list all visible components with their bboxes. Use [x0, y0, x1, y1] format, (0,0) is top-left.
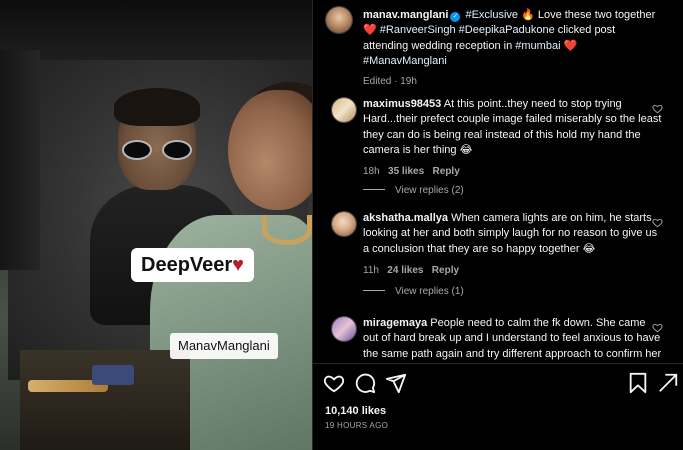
- view-replies-button[interactable]: View replies (2): [363, 185, 464, 196]
- commenter-avatar[interactable]: [331, 211, 357, 237]
- verified-icon: ✓: [450, 12, 461, 22]
- necklace: [262, 215, 312, 245]
- likes-count[interactable]: 10,140 likes: [325, 405, 386, 417]
- comment-meta: 18h 35 likes Reply: [363, 164, 663, 179]
- comment-body: maximus98453 At this point..they need to…: [363, 97, 663, 179]
- heart-emoji: ❤️: [363, 24, 377, 37]
- comment-username[interactable]: akshatha.mallya: [363, 212, 448, 224]
- caption-text: 🔥 Love these two together: [518, 9, 656, 21]
- hashtag-link[interactable]: #mumbai: [515, 40, 560, 52]
- instagram-post-modal: DeepVeer♥ ManavManglani manav.manglani ✓ …: [0, 0, 683, 450]
- edited-label: Edited · 19h: [363, 76, 417, 88]
- comment-body: akshatha.mallya When camera lights are o…: [363, 211, 663, 278]
- sunglasses: [122, 140, 192, 160]
- post-actions: [313, 372, 683, 398]
- comments-panel: manav.manglani ✓ #Exclusive 🔥 Love these …: [312, 0, 683, 450]
- car-pillar: [0, 50, 40, 270]
- share-icon[interactable]: [385, 372, 407, 394]
- hashtag-link[interactable]: #ManavManglani: [363, 55, 447, 67]
- woman-head: [228, 90, 312, 210]
- comment-like-heart-icon[interactable]: [652, 217, 663, 228]
- hashtag-link[interactable]: #RanveerSingh: [380, 24, 456, 36]
- commenter-avatar[interactable]: [331, 97, 357, 123]
- comment-username[interactable]: miragemaya: [363, 317, 427, 329]
- post-media[interactable]: DeepVeer♥ ManavManglani: [0, 0, 312, 450]
- expand-icon[interactable]: [657, 372, 679, 394]
- view-replies-button[interactable]: View replies (1): [363, 286, 464, 297]
- comment-time: 11h: [363, 264, 379, 276]
- like-heart-icon[interactable]: [323, 372, 345, 394]
- phone: [92, 365, 134, 385]
- comment-like-heart-icon[interactable]: [652, 322, 663, 333]
- author-avatar[interactable]: [325, 6, 353, 34]
- replies-line: [363, 290, 385, 291]
- post-caption: manav.manglani ✓ #Exclusive 🔥 Love these …: [363, 8, 663, 89]
- badge-text: DeepVeer: [141, 254, 233, 276]
- commenter-avatar[interactable]: [331, 316, 357, 342]
- author-username[interactable]: manav.manglani: [363, 9, 448, 21]
- car-roof: [0, 0, 312, 60]
- reply-button[interactable]: Reply: [433, 166, 460, 177]
- reply-button[interactable]: Reply: [432, 265, 459, 276]
- comment-likes[interactable]: 24 likes: [387, 265, 423, 276]
- post-timestamp: 19 HOURS AGO: [325, 421, 389, 430]
- comment-username[interactable]: maximus98453: [363, 98, 441, 110]
- hashtag-link[interactable]: #Exclusive: [465, 9, 518, 21]
- comments-scroll-area[interactable]: manav.manglani ✓ #Exclusive 🔥 Love these …: [313, 0, 683, 362]
- bookmark-icon[interactable]: [627, 372, 649, 394]
- comment-body: miragemaya People need to calm the fk do…: [363, 316, 663, 362]
- actions-divider: [313, 363, 683, 364]
- replies-line: [363, 189, 385, 190]
- badge-heart-icon: ♥: [232, 254, 245, 276]
- media-watermark: ManavManglani: [170, 333, 278, 359]
- comment-meta: 11h 24 likes Reply: [363, 263, 663, 278]
- media-caption-badge: DeepVeer♥: [131, 248, 255, 282]
- comment-time: 18h: [363, 166, 380, 178]
- comment-icon[interactable]: [354, 372, 376, 394]
- comment-like-heart-icon[interactable]: [652, 103, 663, 114]
- comment-likes[interactable]: 35 likes: [388, 166, 424, 177]
- hashtag-link[interactable]: #DeepikaPadukone: [459, 24, 555, 36]
- heart-emoji: ❤️: [560, 39, 578, 52]
- man-hair: [114, 88, 200, 126]
